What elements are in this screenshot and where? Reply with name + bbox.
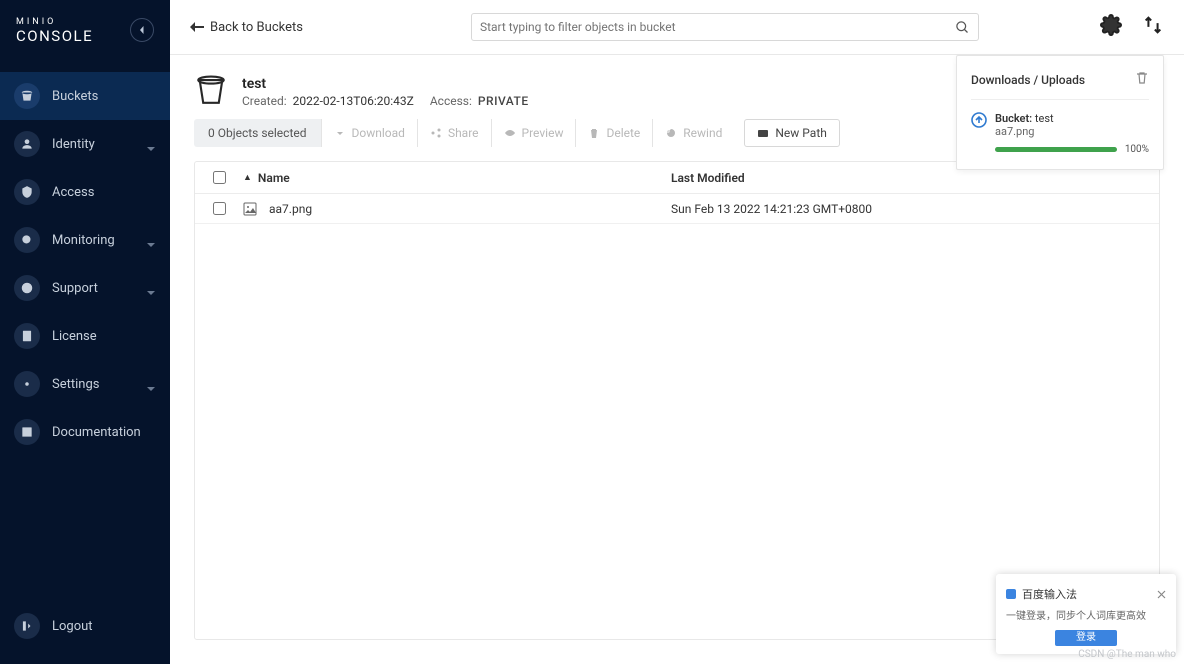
transfers-panel: Downloads / Uploads Bucket: test aa7.png <box>956 55 1164 170</box>
created-label: Created: <box>242 94 287 108</box>
main: Back to Buckets test Created: 2022-02-13… <box>170 0 1184 664</box>
sidebar-nav: Buckets Identity Access Monitoring Suppo… <box>0 52 170 596</box>
logout-icon <box>20 619 34 633</box>
logo-top: MINIO <box>16 18 93 27</box>
logout-label: Logout <box>52 619 156 634</box>
toast-close-button[interactable] <box>1157 584 1166 603</box>
access-icon <box>20 185 34 199</box>
rewind-button[interactable]: Rewind <box>652 119 734 147</box>
preview-icon <box>504 127 516 139</box>
sidebar: MINIO CONSOLE Buckets Identity Access Mo… <box>0 0 170 664</box>
logo: MINIO CONSOLE <box>16 18 93 44</box>
sidebar-item-label: Monitoring <box>52 233 146 248</box>
new-path-icon <box>757 127 769 139</box>
ime-toast: 百度输入法 一键登录，同步个人词库更高效 登录 <box>996 574 1176 654</box>
toast-title: 百度输入法 <box>1022 586 1151 602</box>
transfer-bucket-label: Bucket: <box>995 112 1032 125</box>
column-modified-header[interactable]: Last Modified <box>663 171 1159 185</box>
toast-login-button[interactable]: 登录 <box>1055 630 1117 646</box>
gear-icon <box>20 377 34 391</box>
sidebar-item-support[interactable]: Support <box>0 264 170 312</box>
transfers-button[interactable] <box>1142 14 1164 40</box>
back-label: Back to Buckets <box>210 20 303 35</box>
sidebar-item-documentation[interactable]: Documentation <box>0 408 170 456</box>
monitoring-icon <box>20 233 34 247</box>
chevron-down-icon <box>146 288 156 298</box>
logo-bottom: CONSOLE <box>16 29 93 44</box>
license-icon <box>20 329 34 343</box>
sidebar-item-monitoring[interactable]: Monitoring <box>0 216 170 264</box>
delete-button[interactable]: Delete <box>575 119 652 147</box>
trash-icon <box>588 127 600 139</box>
download-icon <box>334 127 346 139</box>
share-icon <box>430 127 442 139</box>
objects-table: ▲ Name Last Modified aa7.png Sun Feb 13 … <box>194 161 1160 640</box>
share-button[interactable]: Share <box>417 119 491 147</box>
identity-icon <box>20 137 34 151</box>
sidebar-item-buckets[interactable]: Buckets <box>0 72 170 120</box>
topbar: Back to Buckets <box>170 0 1184 55</box>
sidebar-item-label: License <box>52 329 156 344</box>
transfers-title: Downloads / Uploads <box>971 73 1085 87</box>
file-name: aa7.png <box>269 202 312 216</box>
sidebar-item-identity[interactable]: Identity <box>0 120 170 168</box>
chevron-down-icon <box>146 384 156 394</box>
new-path-button[interactable]: New Path <box>744 119 840 147</box>
transfer-bucket-name: test <box>1035 112 1054 125</box>
preview-button[interactable]: Preview <box>491 119 576 147</box>
chevron-down-icon <box>146 144 156 154</box>
upload-icon <box>971 112 987 155</box>
file-modified: Sun Feb 13 2022 14:21:23 GMT+0800 <box>663 202 1159 216</box>
chevron-left-icon <box>137 25 147 35</box>
clear-transfers-button[interactable] <box>1135 70 1149 89</box>
download-button[interactable]: Download <box>321 119 417 147</box>
rewind-icon <box>665 127 677 139</box>
search-wrap[interactable] <box>471 13 979 41</box>
transfer-item: Bucket: test aa7.png 100% <box>957 100 1163 169</box>
bucket-large-icon <box>194 73 228 111</box>
select-all-checkbox[interactable] <box>213 171 226 184</box>
transfer-percent: 100% <box>1125 144 1149 155</box>
table-row[interactable]: aa7.png Sun Feb 13 2022 14:21:23 GMT+080… <box>195 194 1159 224</box>
back-to-buckets-link[interactable]: Back to Buckets <box>190 20 303 35</box>
created-value: 2022-02-13T06:20:43Z <box>293 94 414 108</box>
bucket-name: test <box>242 76 529 92</box>
gear-icon <box>1100 14 1122 36</box>
search-input[interactable] <box>480 20 955 34</box>
bucket-icon <box>20 89 34 103</box>
row-checkbox[interactable] <box>213 202 226 215</box>
selected-count: 0 Objects selected <box>194 119 321 147</box>
support-icon <box>20 281 34 295</box>
chevron-down-icon <box>146 240 156 250</box>
sidebar-item-label: Settings <box>52 377 146 392</box>
watermark: CSDN @The man who <box>1078 649 1176 660</box>
sidebar-item-label: Support <box>52 281 146 296</box>
settings-button[interactable] <box>1100 14 1122 40</box>
access-label: Access: <box>430 94 472 108</box>
sidebar-item-label: Identity <box>52 137 146 152</box>
sidebar-item-label: Access <box>52 185 156 200</box>
upload-download-icon <box>1142 14 1164 36</box>
sidebar-item-access[interactable]: Access <box>0 168 170 216</box>
transfer-file-name: aa7.png <box>995 125 1149 138</box>
image-file-icon <box>243 202 257 216</box>
search-icon <box>955 20 970 35</box>
sidebar-footer: Logout <box>0 596 170 664</box>
baidu-ime-icon <box>1006 589 1016 599</box>
arrow-left-icon <box>190 22 204 32</box>
documentation-icon <box>20 425 34 439</box>
sidebar-item-license[interactable]: License <box>0 312 170 360</box>
sidebar-header: MINIO CONSOLE <box>0 0 170 52</box>
sidebar-collapse-button[interactable] <box>130 18 154 42</box>
logout-button[interactable]: Logout <box>0 602 170 650</box>
access-value: PRIVATE <box>478 94 529 108</box>
sidebar-item-settings[interactable]: Settings <box>0 360 170 408</box>
column-name-header[interactable]: ▲ Name <box>243 171 663 185</box>
sort-asc-icon: ▲ <box>243 172 252 183</box>
sidebar-item-label: Documentation <box>52 425 156 440</box>
toast-description: 一键登录，同步个人词库更高效 <box>1006 607 1166 622</box>
transfer-progress-bar <box>995 147 1117 152</box>
sidebar-item-label: Buckets <box>52 89 156 104</box>
